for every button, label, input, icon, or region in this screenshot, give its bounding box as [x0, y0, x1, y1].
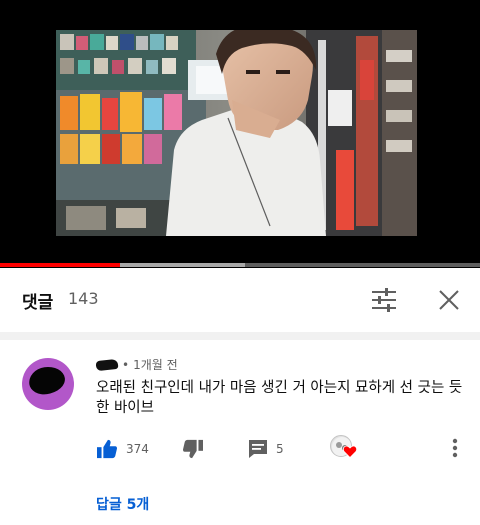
comments-title: 댓글	[22, 293, 54, 313]
comment-text: 오래된 친구인데 내가 마음 생긴 거 아는지 묘하게 선 긋는 듯한 바이브	[96, 380, 463, 416]
author-name-redacted[interactable]	[95, 358, 119, 372]
comment-item: • 1개월 전 오래된 친구인데 내가 마음 생긴 거 아는지 묘하게 선 긋는 …	[0, 340, 480, 525]
thumbs-down-icon	[183, 439, 203, 459]
video-frame-image	[56, 30, 417, 236]
like-button[interactable]: 374	[96, 437, 149, 461]
progress-played	[0, 263, 120, 267]
dislike-button[interactable]	[182, 437, 204, 461]
video-frame[interactable]	[56, 30, 417, 236]
comment-time: 1개월 전	[133, 358, 178, 372]
reply-comment-icon	[249, 440, 267, 458]
meta-separator: •	[122, 358, 130, 372]
comment-actions: 374 5	[96, 435, 476, 463]
video-player[interactable]	[0, 0, 480, 268]
sliders-icon[interactable]	[370, 287, 398, 313]
comment-meta: • 1개월 전	[95, 356, 178, 373]
thumbs-up-icon	[97, 439, 117, 459]
creator-heart-icon	[343, 445, 357, 458]
header-divider	[0, 332, 480, 340]
comments-header: 댓글 143	[0, 268, 480, 332]
view-replies-link[interactable]: 답글 5개	[96, 494, 149, 514]
close-icon[interactable]	[438, 289, 460, 311]
avatar-redaction	[27, 364, 67, 397]
like-count: 374	[126, 442, 149, 456]
replies-count: 5	[276, 442, 284, 456]
comments-count: 143	[68, 289, 99, 308]
creator-heart[interactable]	[330, 435, 360, 463]
more-vertical-icon[interactable]	[451, 437, 459, 459]
reply-button[interactable]: 5	[248, 437, 284, 461]
progress-bar[interactable]	[0, 263, 480, 267]
avatar[interactable]	[22, 358, 74, 410]
